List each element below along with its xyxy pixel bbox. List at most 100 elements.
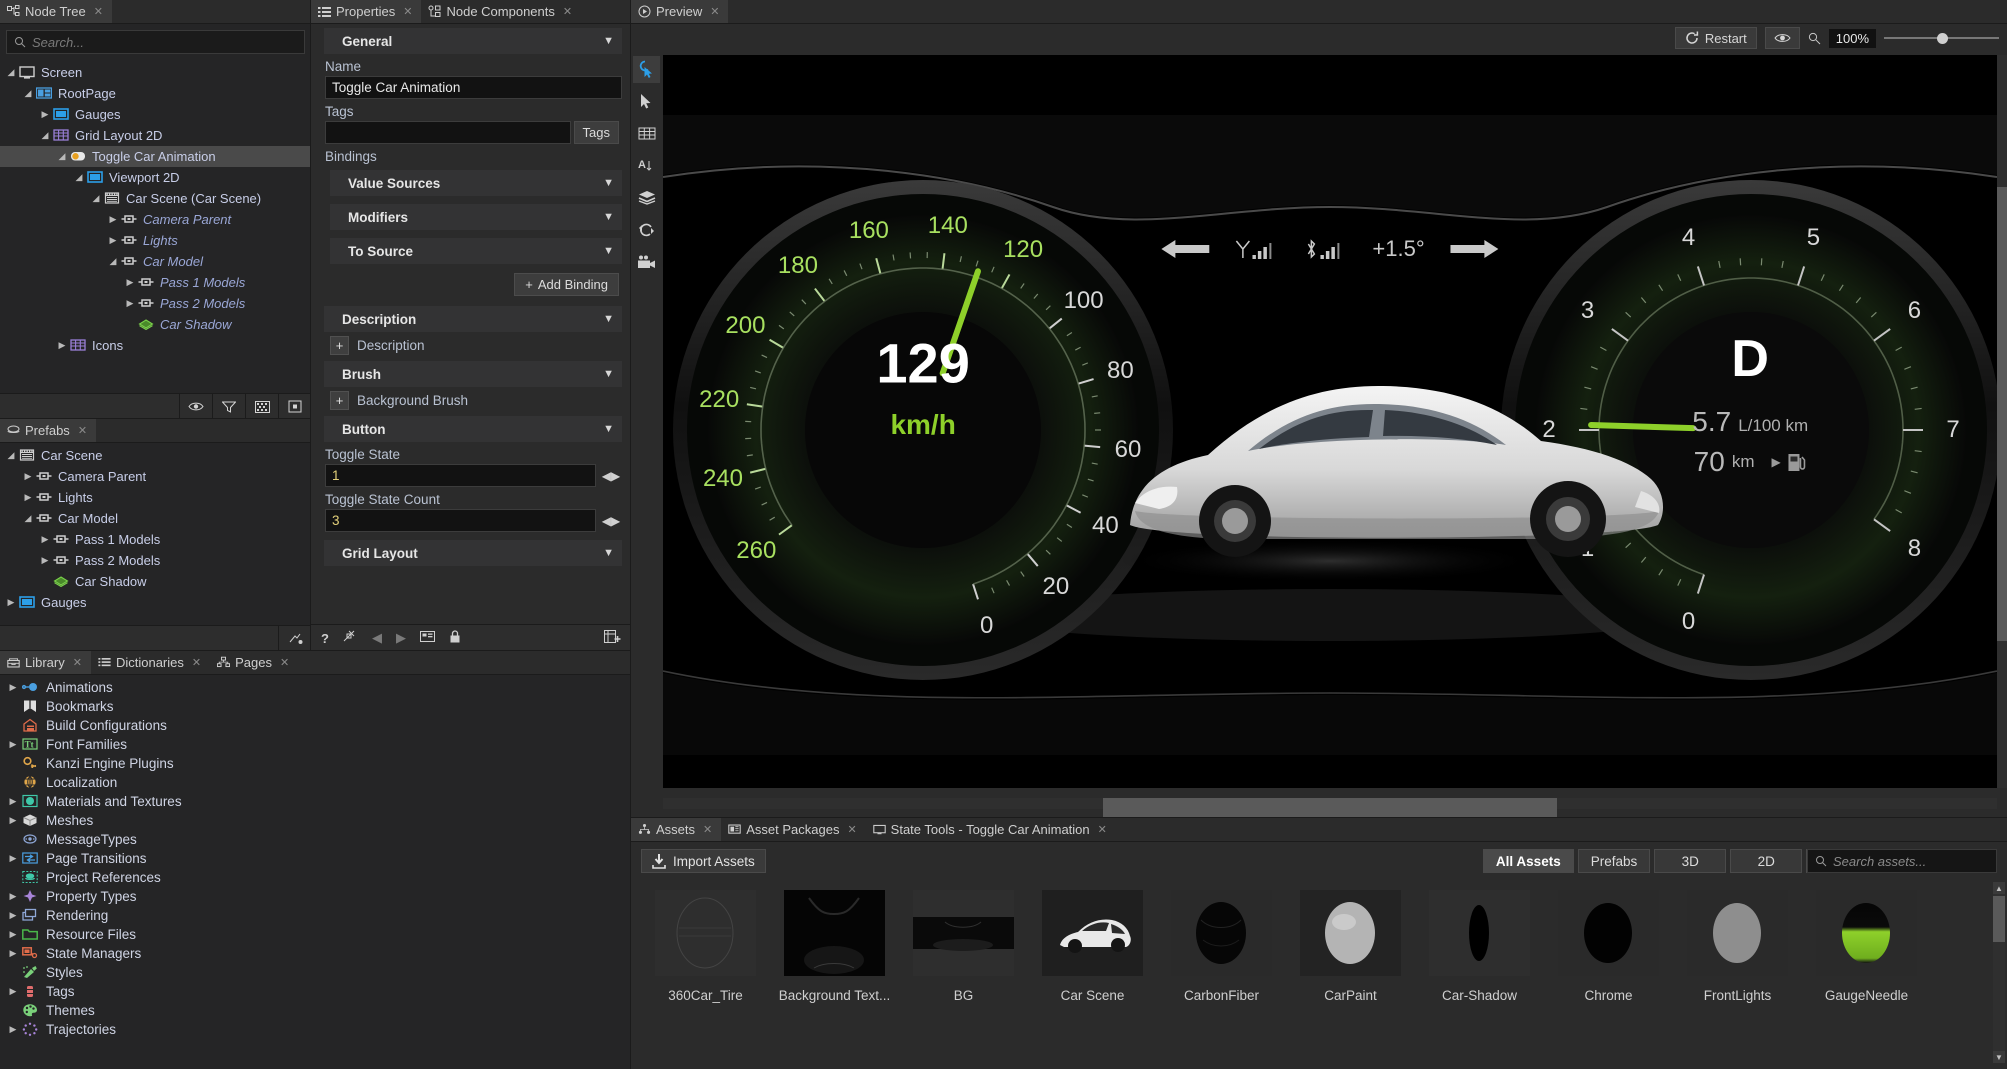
filter-2d[interactable]: 2D [1730,849,1802,873]
library-item-property-types[interactable]: ▶Property Types [0,887,635,906]
tree-item-lights[interactable]: ▶Lights [0,230,311,251]
divider[interactable] [0,650,631,651]
expand-arrow-icon[interactable]: ▶ [6,891,20,902]
divider[interactable] [0,418,311,419]
tab-node-tree[interactable]: Node Tree ✕ [0,0,112,23]
tab-library[interactable]: Library✕ [0,651,91,674]
tab-dictionaries[interactable]: Dictionaries✕ [91,651,210,674]
zoom-slider[interactable] [1884,32,1999,44]
tags-field[interactable] [325,121,571,144]
expand-arrow-icon[interactable] [38,575,52,589]
expand-arrow-icon[interactable]: ▶ [38,108,52,122]
library-item-animations[interactable]: ▶Animations [0,678,635,697]
filter-3d[interactable]: 3D [1654,849,1726,873]
tree-item-camera-parent[interactable]: ▶Camera Parent [0,466,311,487]
divider[interactable] [630,0,631,1069]
expand-arrow-icon[interactable]: ◢ [38,129,52,143]
asset-item[interactable]: BG [899,882,1028,1065]
library-item-tags[interactable]: ▶Tags [0,982,635,1001]
section-grid-layout[interactable]: Grid Layout ▼ [324,540,622,566]
close-icon[interactable]: ✕ [703,823,712,836]
tags-button[interactable]: Tags [574,121,619,144]
chevron-down-icon[interactable]: ▼ [603,177,614,189]
chevron-down-icon[interactable]: ▼ [603,423,614,435]
expand-arrow-icon[interactable]: ◢ [72,171,86,185]
library-item-localization[interactable]: Localization [0,773,635,792]
layers-tool-icon[interactable] [633,184,660,211]
expand-arrow-icon[interactable]: ▶ [6,739,20,750]
tree-item-toggle-car-animation[interactable]: ◢Toggle Car Animation [0,146,311,167]
expand-arrow-icon[interactable]: ▶ [4,596,18,610]
tree-item-car-scene[interactable]: ◢Car Scene [0,445,311,466]
divider[interactable] [310,0,311,651]
expand-arrow-icon[interactable]: ◢ [4,66,18,80]
expand-arrow-icon[interactable]: ◢ [89,192,103,206]
toggle-state-count-stepper[interactable]: ◀▶ [600,514,622,528]
tree-item-camera-parent[interactable]: ▶Camera Parent [0,209,311,230]
preview-visibility-button[interactable] [1765,27,1800,49]
prefabs-options-icon[interactable] [278,626,311,651]
pointer-select-icon[interactable] [633,56,660,83]
asset-item[interactable]: Car Scene [1028,882,1157,1065]
library-item-project-references[interactable]: Project References [0,868,635,887]
close-icon[interactable]: ✕ [280,656,289,669]
tree-item-car-model[interactable]: ◢Car Model [0,508,311,529]
preview-canvas[interactable]: 020406080100120140160180200220240260 129… [663,55,1997,788]
tree-item-rootpage[interactable]: ◢RootPage [0,83,311,104]
library-item-kanzi-engine-plugins[interactable]: Kanzi Engine Plugins [0,754,635,773]
section-general[interactable]: General ▼ [324,28,622,54]
tab-prefabs[interactable]: Prefabs ✕ [0,419,96,442]
expand-arrow-icon[interactable]: ◢ [21,87,35,101]
prev-icon[interactable]: ◀ [372,630,382,646]
tab-preview[interactable]: Preview ✕ [631,0,728,23]
name-field[interactable]: Toggle Car Animation [325,76,622,99]
add-property-icon[interactable] [604,629,621,647]
target-icon[interactable] [278,394,311,419]
binding-value-sources[interactable]: Value Sources ▼ [330,170,622,196]
zoom-level[interactable]: 100% [1829,29,1876,48]
tree-item-screen[interactable]: ◢Screen [0,62,311,83]
grid-tool-icon[interactable] [633,120,660,147]
node-tree-search-input[interactable]: Search... [6,30,305,54]
binding-modifiers[interactable]: Modifiers ▼ [330,204,622,230]
restart-button[interactable]: Restart [1675,27,1757,49]
expand-arrow-icon[interactable]: ▶ [21,470,35,484]
tab-properties[interactable]: Properties ✕ [311,0,421,23]
description-row[interactable]: + Description [330,336,622,355]
expand-arrow-icon[interactable]: ▶ [6,929,20,940]
asset-item[interactable]: FrontLights [1673,882,1802,1065]
expand-arrow-icon[interactable]: ▶ [6,910,20,921]
tab-node-components[interactable]: Node Components ✕ [421,0,581,23]
expand-arrow-icon[interactable]: ◢ [106,255,120,269]
close-icon[interactable]: ✕ [78,424,87,437]
preview-horizontal-scrollbar[interactable] [663,798,1997,809]
library-item-page-transitions[interactable]: ▶Page Transitions [0,849,635,868]
close-icon[interactable]: ✕ [94,5,103,18]
library-item-themes[interactable]: Themes [0,1001,635,1020]
scroll-down-icon[interactable]: ▼ [1993,1051,2005,1063]
text-tool-icon[interactable]: A [633,152,660,179]
toggle-state-field[interactable]: 1 [325,464,596,487]
close-icon[interactable]: ✕ [1098,823,1107,836]
expand-arrow-icon[interactable]: ▶ [6,815,20,826]
asset-item[interactable]: 360Car_Tire [641,882,770,1065]
expand-arrow-icon[interactable]: ▶ [6,1024,20,1035]
asset-item[interactable]: Car-Shadow [1415,882,1544,1065]
library-item-resource-files[interactable]: ▶Resource Files [0,925,635,944]
expand-arrow-icon[interactable]: ▶ [106,213,120,227]
tab-pages[interactable]: Pages✕ [210,651,298,674]
tab-asset-packages[interactable]: Asset Packages✕ [721,818,865,841]
expand-arrow-icon[interactable]: ▶ [106,234,120,248]
expand-arrow-icon[interactable]: ◢ [21,512,35,526]
tab-assets[interactable]: Assets✕ [631,818,721,841]
divider[interactable] [631,817,2007,818]
expand-arrow-icon[interactable]: ▶ [6,853,20,864]
library-item-state-managers[interactable]: ▶State Managers [0,944,635,963]
expand-arrow-icon[interactable]: ▶ [123,297,137,311]
expand-arrow-icon[interactable]: ▶ [6,948,20,959]
grid-toggle-icon[interactable] [245,394,278,419]
add-background-brush-icon[interactable]: + [330,391,349,410]
tree-item-gauges[interactable]: ▶Gauges [0,104,311,125]
library-item-bookmarks[interactable]: Bookmarks [0,697,635,716]
import-assets-button[interactable]: Import Assets [641,849,766,873]
